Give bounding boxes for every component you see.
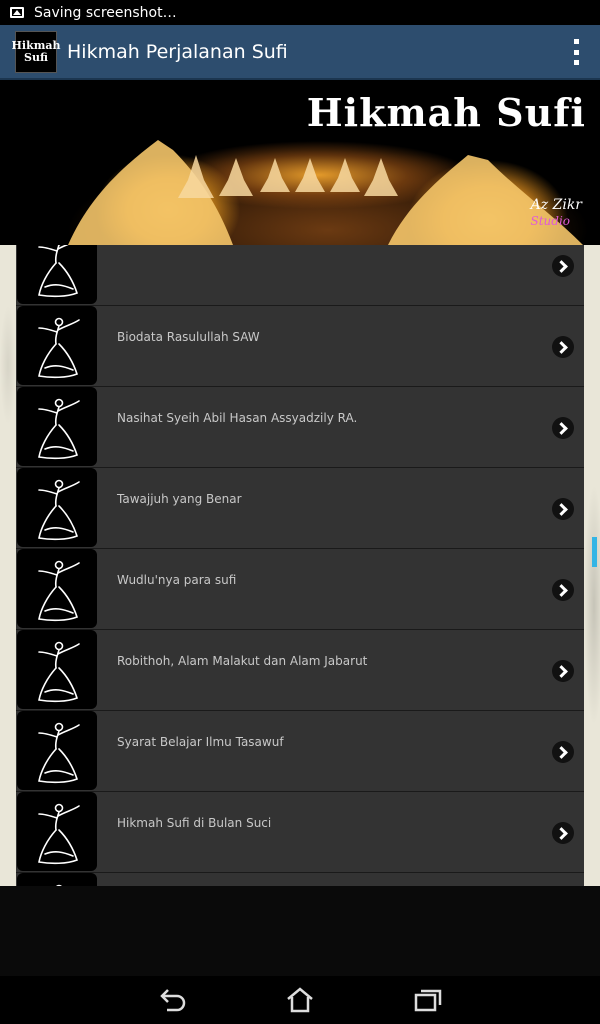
empty-footer-area	[0, 886, 600, 976]
header-banner: Hikmah Sufi Az Zikr Studio	[0, 80, 600, 245]
whirling-dervish-icon	[17, 630, 97, 709]
status-bar: Saving screenshot…	[0, 0, 600, 25]
status-text: Saving screenshot…	[34, 4, 177, 21]
overflow-menu-icon[interactable]	[570, 39, 582, 65]
list-item[interactable]: Hikmah Sufi di Bulan Suci	[16, 792, 584, 873]
list-item[interactable]: Biodata Rasulullah SAW	[16, 306, 584, 387]
chevron-right-icon[interactable]	[552, 336, 574, 358]
app-icon[interactable]: Hikmah Sufi	[12, 30, 60, 73]
banner-studio-line1: Az Zikr	[530, 197, 582, 213]
app-title: Hikmah Perjalanan Sufi	[67, 40, 288, 63]
list-item-label: Nasihat Syeih Abil Hasan Assyadzily RA.	[117, 411, 358, 425]
chevron-right-icon[interactable]	[552, 255, 574, 277]
chevron-right-icon[interactable]	[552, 660, 574, 682]
chevron-right-icon[interactable]	[552, 741, 574, 763]
list-item[interactable]: Tawajjuh yang Benar	[16, 468, 584, 549]
whirling-dervish-icon	[17, 306, 97, 385]
article-list[interactable]: Biodata Rasulullah SAW Nasihat Syeih Abil…	[16, 245, 584, 886]
chevron-right-icon[interactable]	[552, 822, 574, 844]
chevron-right-icon[interactable]	[552, 498, 574, 520]
list-item-label: Syarat Belajar Ilmu Tasawuf	[117, 735, 284, 749]
chevron-right-icon[interactable]	[552, 579, 574, 601]
image-icon	[10, 7, 24, 18]
list-item[interactable]	[16, 245, 584, 306]
list-item-label: Biodata Rasulullah SAW	[117, 330, 260, 344]
list-item[interactable]: Wudlu'nya para sufi	[16, 549, 584, 630]
back-icon[interactable]	[157, 986, 187, 1014]
list-item[interactable]: Imam Al-Ghazaly tentang PUASA sufi	[16, 873, 584, 886]
chevron-right-icon[interactable]	[552, 417, 574, 439]
whirling-dervish-icon	[17, 468, 97, 547]
action-bar: Hikmah Sufi Hikmah Perjalanan Sufi	[0, 25, 600, 80]
list-item-label: Hikmah Sufi di Bulan Suci	[117, 816, 272, 830]
banner-title: Hikmah Sufi	[306, 90, 586, 135]
home-icon[interactable]	[285, 986, 315, 1014]
banner-studio-line2: Studio	[530, 214, 570, 228]
list-item[interactable]: Nasihat Syeih Abil Hasan Assyadzily RA.	[16, 387, 584, 468]
whirling-dervish-icon	[17, 873, 97, 886]
recents-icon[interactable]	[413, 986, 443, 1014]
whirling-dervish-icon	[17, 245, 97, 304]
list-item-label: Robithoh, Alam Malakut dan Alam Jabarut	[117, 654, 368, 668]
whirling-dervish-icon	[17, 387, 97, 466]
whirling-dervish-icon	[17, 792, 97, 871]
scroll-indicator	[592, 537, 597, 567]
app-icon-line1: Hikmah	[11, 38, 61, 52]
app-icon-line2: Sufi	[24, 50, 48, 64]
list-item[interactable]: Syarat Belajar Ilmu Tasawuf	[16, 711, 584, 792]
whirling-dervish-icon	[17, 549, 97, 628]
whirling-dervish-icon	[17, 711, 97, 790]
list-item-label: Wudlu'nya para sufi	[117, 573, 237, 587]
navigation-bar	[0, 976, 600, 1024]
list-item-label: Tawajjuh yang Benar	[117, 492, 242, 506]
content-list-area[interactable]: Biodata Rasulullah SAW Nasihat Syeih Abil…	[0, 245, 600, 886]
list-item[interactable]: Robithoh, Alam Malakut dan Alam Jabarut	[16, 630, 584, 711]
